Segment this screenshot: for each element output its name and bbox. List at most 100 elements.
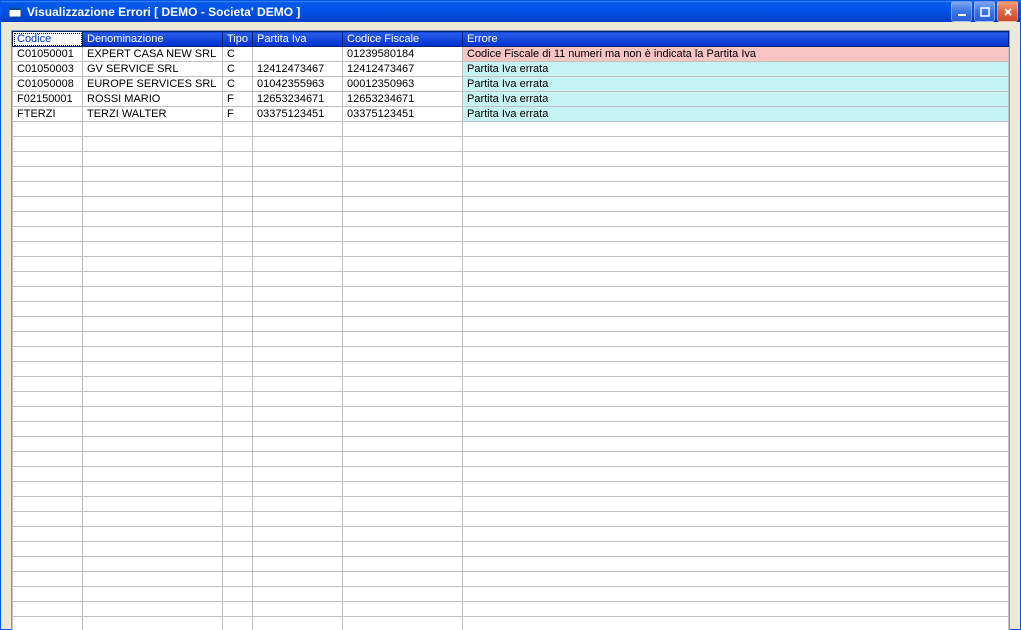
cell-empty[interactable] <box>253 587 343 602</box>
cell-empty[interactable] <box>463 167 1009 182</box>
cell-codice[interactable]: FTERZI <box>13 107 83 122</box>
cell-empty[interactable] <box>343 167 463 182</box>
cell-codice[interactable]: C01050001 <box>13 47 83 62</box>
cell-empty[interactable] <box>343 272 463 287</box>
cell-empty[interactable] <box>13 467 83 482</box>
cell-empty[interactable] <box>343 407 463 422</box>
cell-empty[interactable] <box>83 197 223 212</box>
cell-codice[interactable]: C01050003 <box>13 62 83 77</box>
table-row-empty[interactable] <box>13 557 1009 572</box>
cell-piva[interactable]: 01042355963 <box>253 77 343 92</box>
cell-empty[interactable] <box>83 467 223 482</box>
cell-empty[interactable] <box>223 392 253 407</box>
cell-empty[interactable] <box>13 422 83 437</box>
table-row[interactable]: C01050001EXPERT CASA NEW SRLC01239580184… <box>13 47 1009 62</box>
cell-empty[interactable] <box>223 362 253 377</box>
cell-piva[interactable] <box>253 47 343 62</box>
cell-empty[interactable] <box>343 467 463 482</box>
cell-empty[interactable] <box>83 227 223 242</box>
cell-empty[interactable] <box>83 257 223 272</box>
table-row-empty[interactable] <box>13 317 1009 332</box>
cell-empty[interactable] <box>13 377 83 392</box>
cell-empty[interactable] <box>83 152 223 167</box>
cell-empty[interactable] <box>13 587 83 602</box>
table-row-empty[interactable] <box>13 512 1009 527</box>
cell-empty[interactable] <box>253 542 343 557</box>
cell-empty[interactable] <box>253 347 343 362</box>
table-row[interactable]: C01050008EUROPE SERVICES SRLC01042355963… <box>13 77 1009 92</box>
cell-empty[interactable] <box>463 197 1009 212</box>
cell-empty[interactable] <box>223 497 253 512</box>
cell-empty[interactable] <box>343 122 463 137</box>
cell-empty[interactable] <box>463 572 1009 587</box>
cell-empty[interactable] <box>13 257 83 272</box>
cell-empty[interactable] <box>223 482 253 497</box>
cell-empty[interactable] <box>463 287 1009 302</box>
cell-empty[interactable] <box>343 287 463 302</box>
cell-empty[interactable] <box>223 527 253 542</box>
cell-empty[interactable] <box>223 572 253 587</box>
table-row-empty[interactable] <box>13 452 1009 467</box>
cell-empty[interactable] <box>13 332 83 347</box>
cell-empty[interactable] <box>223 317 253 332</box>
cell-empty[interactable] <box>83 572 223 587</box>
cell-empty[interactable] <box>83 302 223 317</box>
cell-empty[interactable] <box>13 572 83 587</box>
cell-empty[interactable] <box>223 152 253 167</box>
cell-empty[interactable] <box>463 392 1009 407</box>
cell-empty[interactable] <box>253 332 343 347</box>
cell-empty[interactable] <box>223 167 253 182</box>
cell-empty[interactable] <box>13 437 83 452</box>
cell-denominazione[interactable]: TERZI WALTER <box>83 107 223 122</box>
cell-empty[interactable] <box>253 272 343 287</box>
table-row-empty[interactable] <box>13 122 1009 137</box>
cell-empty[interactable] <box>83 617 223 630</box>
cell-empty[interactable] <box>223 122 253 137</box>
cell-empty[interactable] <box>253 512 343 527</box>
cell-empty[interactable] <box>13 392 83 407</box>
cell-empty[interactable] <box>223 437 253 452</box>
cell-empty[interactable] <box>223 242 253 257</box>
cell-empty[interactable] <box>13 182 83 197</box>
cell-empty[interactable] <box>343 422 463 437</box>
cell-empty[interactable] <box>13 602 83 617</box>
cell-empty[interactable] <box>343 302 463 317</box>
cell-empty[interactable] <box>223 257 253 272</box>
table-row-empty[interactable] <box>13 482 1009 497</box>
cell-empty[interactable] <box>463 257 1009 272</box>
cell-empty[interactable] <box>83 362 223 377</box>
cell-empty[interactable] <box>13 407 83 422</box>
cell-empty[interactable] <box>253 212 343 227</box>
cell-empty[interactable] <box>253 482 343 497</box>
cell-empty[interactable] <box>343 257 463 272</box>
cell-empty[interactable] <box>223 452 253 467</box>
cell-empty[interactable] <box>13 272 83 287</box>
cell-empty[interactable] <box>83 587 223 602</box>
cell-empty[interactable] <box>83 377 223 392</box>
table-row-empty[interactable] <box>13 362 1009 377</box>
cell-empty[interactable] <box>253 242 343 257</box>
cell-empty[interactable] <box>223 617 253 630</box>
cell-empty[interactable] <box>223 302 253 317</box>
cell-empty[interactable] <box>463 347 1009 362</box>
cell-tipo[interactable]: C <box>223 77 253 92</box>
table-row-empty[interactable] <box>13 152 1009 167</box>
cell-cf[interactable]: 12412473467 <box>343 62 463 77</box>
cell-empty[interactable] <box>463 317 1009 332</box>
cell-empty[interactable] <box>13 452 83 467</box>
cell-empty[interactable] <box>463 542 1009 557</box>
col-codice-fiscale[interactable]: Codice Fiscale <box>343 32 463 47</box>
cell-cf[interactable]: 03375123451 <box>343 107 463 122</box>
cell-denominazione[interactable]: EXPERT CASA NEW SRL <box>83 47 223 62</box>
cell-empty[interactable] <box>13 527 83 542</box>
cell-errore[interactable]: Partita Iva errata <box>463 77 1009 92</box>
cell-empty[interactable] <box>223 422 253 437</box>
cell-cf[interactable]: 12653234671 <box>343 92 463 107</box>
cell-empty[interactable] <box>343 182 463 197</box>
cell-empty[interactable] <box>223 182 253 197</box>
cell-empty[interactable] <box>463 437 1009 452</box>
cell-denominazione[interactable]: GV SERVICE SRL <box>83 62 223 77</box>
cell-empty[interactable] <box>343 317 463 332</box>
cell-empty[interactable] <box>253 287 343 302</box>
cell-empty[interactable] <box>343 242 463 257</box>
